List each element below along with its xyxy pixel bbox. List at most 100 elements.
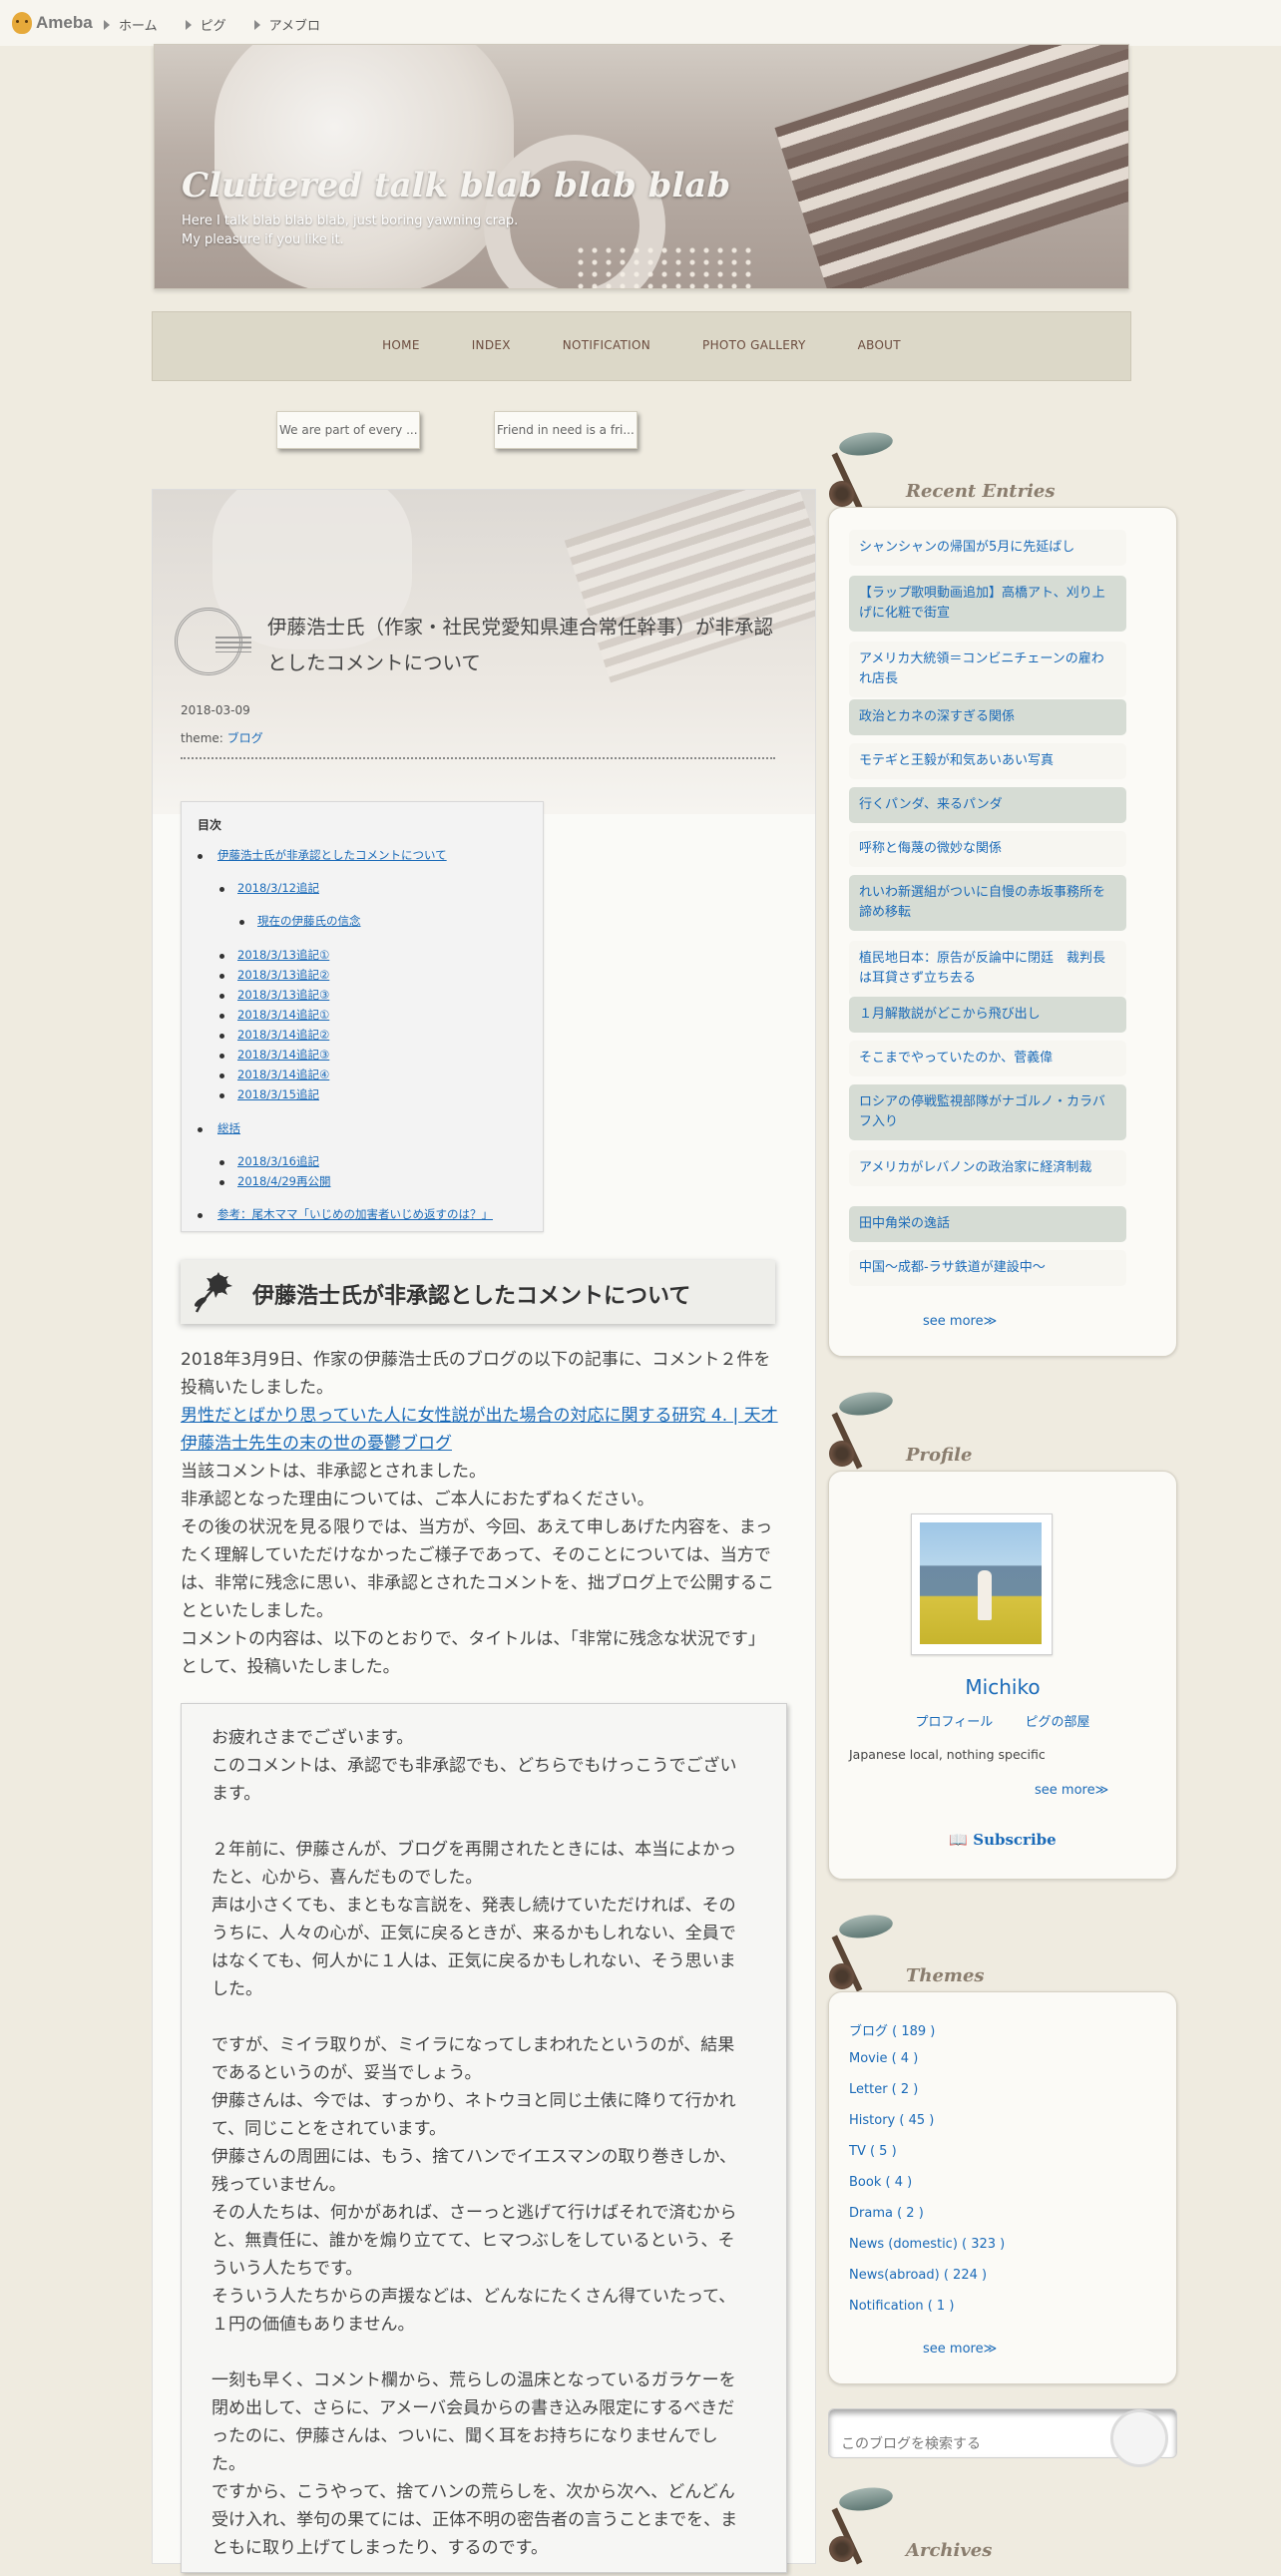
toc-link[interactable]: 2018/3/15追記: [237, 1086, 319, 1102]
bud-shape: [829, 2536, 855, 2562]
toc-link[interactable]: 2018/3/14追記④: [237, 1067, 329, 1082]
theme-link[interactable]: Drama ( 2 ): [849, 2206, 924, 2221]
book-icon: 📖: [949, 1831, 968, 1849]
avatar[interactable]: [911, 1513, 1053, 1655]
theme-link[interactable]: News (domestic) ( 323 ): [849, 2237, 1005, 2252]
site-title[interactable]: Cluttered talk blab blab blab: [182, 166, 730, 206]
nav-home[interactable]: HOME: [382, 338, 420, 352]
toc-link[interactable]: 2018/3/14追記③: [237, 1047, 329, 1063]
site-description: Here I talk blab blab blab, just boring …: [182, 212, 518, 249]
themes-see-more-link[interactable]: see more≫: [923, 2342, 997, 2357]
recent-entry-link[interactable]: れいわ新選組がついに自慢の赤坂事務所を諦め移転: [849, 875, 1126, 931]
toc-link[interactable]: 2018/4/29再公開: [237, 1173, 330, 1189]
toc-link[interactable]: 2018/3/14追記①: [237, 1007, 329, 1023]
quote-line: このコメントは、承認でも非承認でも、どちらでもけっこうでございます。: [212, 1756, 737, 1804]
nav-about[interactable]: ABOUT: [858, 338, 901, 352]
article-hero: 伊藤浩士氏（作家・社民党愛知県連合常任幹事）が非承認としたコメントについて 20…: [153, 490, 815, 814]
recent-entry-link[interactable]: アメリカがレバノンの政治家に経済制裁: [849, 1150, 1126, 1186]
leaf-shape: [837, 1389, 895, 1419]
themes-title: Themes: [906, 1965, 985, 1986]
theme-link[interactable]: TV ( 5 ): [849, 2144, 897, 2159]
theme-link[interactable]: Notification ( 1 ): [849, 2299, 954, 2314]
section-heading: 伊藤浩士氏が非承認としたコメントについて: [181, 1260, 775, 1324]
recent-entry-link[interactable]: 植民地日本：原告が反論中に閉廷 裁判長は耳貸さず立ち去る: [849, 941, 1126, 997]
toc-link[interactable]: 2018/3/13追記①: [237, 947, 329, 963]
bullet-icon: [219, 994, 224, 999]
subscribe-label: Subscribe: [973, 1831, 1057, 1849]
recent-entry-link[interactable]: シャンシャンの帰国が5月に先延ばし: [849, 530, 1126, 566]
search-input[interactable]: このブログを検索する: [841, 2433, 981, 2453]
bullet-icon: [219, 1054, 224, 1059]
article-date: 2018-03-09: [181, 703, 250, 717]
nav-photo-gallery[interactable]: PHOTO GALLERY: [702, 338, 806, 352]
recent-entry-link[interactable]: １月解散説がどこから飛び出し: [849, 997, 1126, 1033]
bullet-icon: [219, 1160, 224, 1165]
profile-title: Profile: [906, 1445, 973, 1466]
toc-link[interactable]: 2018/3/16追記: [237, 1153, 319, 1169]
theme-link[interactable]: Letter ( 2 ): [849, 2082, 918, 2097]
toc-link[interactable]: 総括: [217, 1120, 240, 1136]
recent-entries-widget: シャンシャンの帰国が5月に先延ばし 【ラップ歌唄動画追加】高橋アト、刈り上げに化…: [828, 507, 1177, 1357]
recent-entry-link[interactable]: 呼称と侮蔑の微妙な関係: [849, 831, 1126, 867]
subscribe-button[interactable]: 📖 Subscribe: [829, 1831, 1176, 1849]
ameba-logo-text: Ameba: [36, 13, 93, 32]
recent-entry-link[interactable]: アメリカ大統領＝コンビニチェーンの雇われ店長: [849, 642, 1126, 697]
theme-link[interactable]: Movie ( 4 ): [849, 2051, 918, 2066]
toc-link[interactable]: 2018/3/13追記②: [237, 967, 329, 983]
theme-link[interactable]: Book ( 4 ): [849, 2175, 912, 2190]
referenced-article-link[interactable]: 男性だとばかり思っていた人に女性説が出た場合の対応に関する研究 4. | 天才伊…: [181, 1406, 778, 1454]
postmark-stamp-icon: [175, 608, 251, 675]
theme-link[interactable]: News(abroad) ( 224 ): [849, 2268, 987, 2283]
bullet-icon: [219, 1034, 224, 1039]
recent-entry-link[interactable]: そこまでやっていたのか、菅義偉: [849, 1041, 1126, 1076]
toc-link[interactable]: 2018/3/14追記②: [237, 1027, 329, 1043]
profile-see-more-link[interactable]: see more≫: [1035, 1783, 1108, 1798]
recent-entry-link[interactable]: モテギと王毅が和気あいあい写真: [849, 743, 1126, 779]
quote-line: お疲れさまでございます。: [212, 1728, 414, 1748]
theme-link[interactable]: History ( 45 ): [849, 2113, 934, 2128]
dried-flower-decoration: [824, 1389, 895, 1481]
top-nav-label: ホーム: [119, 19, 158, 34]
nav-index[interactable]: INDEX: [472, 338, 511, 352]
recent-entry-link[interactable]: 田中角栄の逸話: [849, 1206, 1126, 1242]
toc-link[interactable]: 参考：尾木ママ「いじめの加害者いじめ返すのは？」: [217, 1206, 493, 1222]
top-nav-home[interactable]: ホーム: [104, 15, 158, 34]
pigg-room-link[interactable]: ピグの部屋: [1025, 1715, 1089, 1730]
flower-icon: [195, 1272, 232, 1313]
theme-link[interactable]: ブログ: [227, 731, 263, 745]
top-nav-label: ピグ: [200, 19, 226, 34]
recent-see-more-link[interactable]: see more≫: [923, 1314, 997, 1329]
quote-line: ですが、ミイラ取りが、ミイラになってしまわれたというのが、結果であるというのが、…: [212, 2035, 735, 2083]
blog-search: このブログを検索する: [828, 2408, 1177, 2467]
quote-line: 声は小さくても、まともな言説を、発表し続けていただければ、そのうちに、人々の心が…: [212, 1896, 736, 1999]
quote-line: 伊藤さんの周囲には、もう、捨てハンでイエスマンの取り巻きしか、残っていません。: [212, 2147, 736, 2195]
divider: [181, 757, 775, 759]
top-nav-pigg[interactable]: ピグ: [185, 15, 226, 34]
quote-line: 伊藤さんは、今では、すっかり、ネトウヨと同じ土俵に降りて行かれて、同じことをされ…: [212, 2091, 736, 2139]
related-post-card[interactable]: We are part of every ...: [276, 411, 420, 449]
article-title[interactable]: 伊藤浩士氏（作家・社民党愛知県連合常任幹事）が非承認としたコメントについて: [267, 610, 786, 681]
quoted-comment: お疲れさまでございます。 このコメントは、承認でも非承認でも、どちらでもけっこう…: [181, 1703, 787, 2573]
related-post-card[interactable]: Friend in need is a fri...: [494, 411, 638, 449]
toc-link[interactable]: 伊藤浩士氏が非承認としたコメントについて: [217, 847, 447, 863]
recent-entry-link[interactable]: 中国～成都-ラサ鉄道が建設中～: [849, 1250, 1126, 1286]
toc-link[interactable]: 2018/3/12追記: [237, 880, 319, 896]
nav-notification[interactable]: NOTIFICATION: [563, 338, 650, 352]
recent-entry-link[interactable]: 【ラップ歌唄動画追加】高橋アト、刈り上げに化粧で街宣: [849, 576, 1126, 632]
top-nav-ameblo[interactable]: アメブロ: [253, 15, 320, 34]
recent-entry-link[interactable]: ロシアの停戦監視部隊がナゴルノ・カラバフ入り: [849, 1084, 1126, 1140]
ameba-logo[interactable]: Ameba: [12, 10, 93, 36]
toc-link[interactable]: 現在の伊藤氏の信念: [257, 913, 361, 929]
site-description-line: Here I talk blab blab blab, just boring …: [182, 214, 519, 228]
quote-line: その人たちは、何かがあれば、さーっと逃げて行けばそれで済むからと、無責任に、誰か…: [212, 2203, 737, 2279]
bud-shape: [829, 1441, 855, 1467]
profile-link[interactable]: プロフィール: [916, 1715, 994, 1730]
search-button[interactable]: [1110, 2409, 1168, 2467]
theme-link[interactable]: ブログ ( 189 ): [849, 2020, 935, 2039]
archives-title: Archives: [906, 2540, 993, 2561]
recent-entry-link[interactable]: 政治とカネの深すぎる関係: [849, 699, 1126, 735]
recent-entry-link[interactable]: 行くパンダ、来るパンダ: [849, 787, 1126, 823]
paragraph: 2018年3月9日、作家の伊藤浩士氏のブログの以下の記事に、コメント２件を投稿い…: [181, 1350, 771, 1398]
toc-link[interactable]: 2018/3/13追記③: [237, 987, 329, 1003]
profile-name[interactable]: Michiko: [829, 1675, 1176, 1699]
